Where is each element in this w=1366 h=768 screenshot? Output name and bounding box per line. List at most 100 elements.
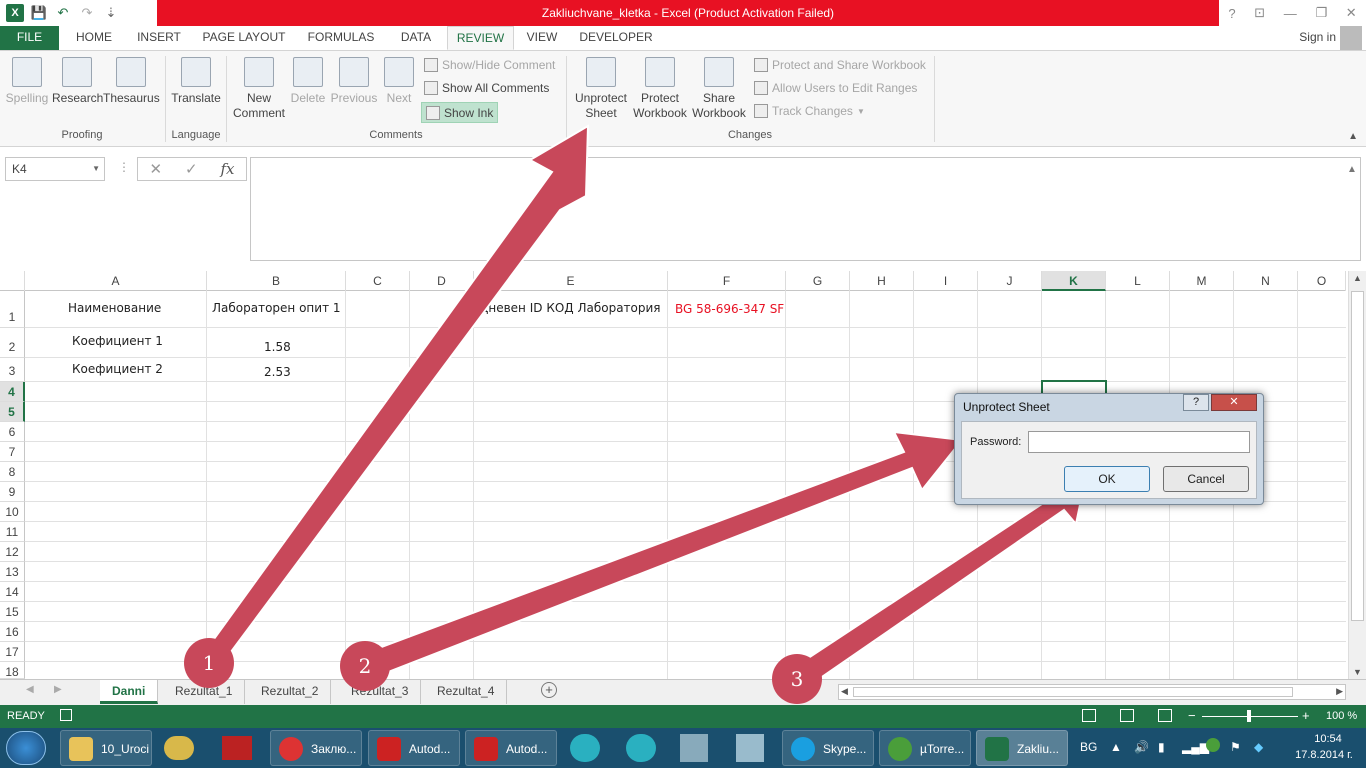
- column-header-o[interactable]: O: [1298, 271, 1346, 291]
- name-box[interactable]: K4 ▼: [5, 157, 105, 181]
- show-hide-comment-button[interactable]: Show/Hide Comment: [424, 58, 555, 72]
- row-header-1[interactable]: 1: [0, 291, 25, 328]
- row-header-12[interactable]: 12: [0, 542, 25, 562]
- sign-in-link[interactable]: Sign in: [1299, 30, 1336, 44]
- vertical-scrollbar[interactable]: ▲ ▼: [1348, 271, 1366, 679]
- scroll-down-icon[interactable]: ▼: [1353, 667, 1362, 677]
- dialog-help-button[interactable]: ?: [1183, 394, 1209, 411]
- delete-comment-button[interactable]: Delete: [288, 57, 328, 106]
- taskbar-item-utorrent[interactable]: µTorre...: [879, 730, 971, 766]
- autocad-icon[interactable]: [222, 736, 252, 760]
- column-header-c[interactable]: C: [346, 271, 410, 291]
- avatar[interactable]: [1340, 26, 1362, 50]
- ribbon-display-icon[interactable]: ⊡: [1254, 5, 1265, 21]
- cell-b1[interactable]: Лабораторен опит 1: [212, 301, 341, 315]
- customize-qat-icon[interactable]: ⇣: [102, 5, 120, 21]
- normal-view-icon[interactable]: [1082, 709, 1096, 722]
- volume-icon[interactable]: 🔊: [1134, 740, 1149, 754]
- column-header-m[interactable]: M: [1170, 271, 1234, 291]
- row-header-13[interactable]: 13: [0, 562, 25, 582]
- column-header-i[interactable]: I: [914, 271, 978, 291]
- power-icon[interactable]: ▮: [1158, 740, 1165, 754]
- insert-function-icon[interactable]: fx: [221, 160, 235, 178]
- scroll-left-icon[interactable]: ◀: [841, 686, 848, 697]
- notes-icon[interactable]: [736, 734, 764, 762]
- row-header-18[interactable]: 18: [0, 662, 25, 679]
- recycle-icon[interactable]: [626, 734, 656, 762]
- taskbar-item-skype[interactable]: Skype...: [782, 730, 874, 766]
- row-header-4[interactable]: 4: [0, 382, 25, 402]
- allow-users-edit-ranges-button[interactable]: Allow Users to Edit Ranges: [754, 81, 917, 95]
- maximize-button[interactable]: ❐: [1315, 5, 1327, 21]
- cancel-button[interactable]: Cancel: [1163, 466, 1249, 492]
- zoom-out-button[interactable]: −: [1188, 708, 1196, 723]
- column-header-n[interactable]: N: [1234, 271, 1298, 291]
- taskbar-item-chrome[interactable]: Заклю...: [270, 730, 362, 766]
- next-comment-button[interactable]: Next: [381, 57, 417, 106]
- paint-icon[interactable]: [164, 736, 194, 760]
- macro-record-icon[interactable]: [60, 709, 72, 721]
- row-header-14[interactable]: 14: [0, 582, 25, 602]
- taskbar-item-autocad-1[interactable]: Autod...: [368, 730, 460, 766]
- track-changes-button[interactable]: Track Changes ▼: [754, 104, 865, 118]
- cell-f1[interactable]: BG 58-696-347 SF: [675, 302, 784, 316]
- clock-time[interactable]: 10:54: [1298, 733, 1358, 745]
- row-header-6[interactable]: 6: [0, 422, 25, 442]
- help-icon[interactable]: ?: [1228, 6, 1235, 21]
- share-workbook-button[interactable]: Share Workbook: [690, 57, 748, 121]
- dialog-close-button[interactable]: ✕: [1211, 394, 1257, 411]
- recycle-icon[interactable]: [570, 734, 600, 762]
- new-comment-button[interactable]: New Comment: [232, 57, 286, 121]
- cell-b2[interactable]: 1.58: [264, 340, 291, 354]
- scroll-right-icon[interactable]: ▶: [1336, 686, 1343, 697]
- password-field[interactable]: [1028, 431, 1250, 453]
- scroll-up-icon[interactable]: ▲: [1353, 273, 1362, 283]
- enter-entry-icon[interactable]: ✓: [185, 160, 198, 178]
- tab-developer[interactable]: DEVELOPER: [574, 26, 658, 50]
- column-header-d[interactable]: D: [410, 271, 474, 291]
- column-header-h[interactable]: H: [850, 271, 914, 291]
- column-header-j[interactable]: J: [978, 271, 1042, 291]
- h-scrollbar-thumb[interactable]: [853, 687, 1293, 697]
- select-all-corner[interactable]: [0, 271, 25, 291]
- page-break-view-icon[interactable]: [1158, 709, 1172, 722]
- clock-date[interactable]: 17.8.2014 г.: [1282, 749, 1366, 761]
- row-header-10[interactable]: 10: [0, 502, 25, 522]
- sheet-tab-rezultat-2[interactable]: Rezultat_2: [249, 680, 332, 704]
- cell-e1[interactable]: Дневен ID КОД Лаборатория: [479, 301, 661, 315]
- column-header-e[interactable]: E: [474, 271, 668, 291]
- row-header-3[interactable]: 3: [0, 358, 25, 382]
- ok-button[interactable]: OK: [1064, 466, 1150, 492]
- cell-a1[interactable]: Наименование: [68, 301, 161, 315]
- zoom-in-button[interactable]: +: [1302, 708, 1310, 723]
- translate-button[interactable]: Translate: [170, 57, 222, 106]
- scroll-tabs-left-icon[interactable]: ◀: [26, 684, 34, 695]
- unprotect-sheet-button[interactable]: Unprotect Sheet: [572, 57, 630, 121]
- close-button[interactable]: ✕: [1346, 5, 1357, 21]
- sheet-tab-danni[interactable]: Danni: [100, 680, 159, 704]
- tab-formulas[interactable]: FORMULAS: [300, 26, 382, 50]
- start-button[interactable]: [6, 731, 46, 765]
- column-header-b[interactable]: B: [207, 271, 346, 291]
- dropbox-icon[interactable]: ◆: [1254, 740, 1263, 754]
- formula-input[interactable]: [250, 157, 1361, 261]
- row-header-7[interactable]: 7: [0, 442, 25, 462]
- collapse-ribbon-icon[interactable]: ▲: [1348, 131, 1358, 142]
- taskbar-item-folder[interactable]: 10_Uroci: [60, 730, 152, 766]
- chevron-down-icon[interactable]: ▼: [92, 158, 100, 180]
- calculator-icon[interactable]: [680, 734, 708, 762]
- zoom-level[interactable]: 100 %: [1326, 710, 1357, 722]
- formula-bar-collapse-icon[interactable]: ▲: [1347, 164, 1357, 175]
- flag-icon[interactable]: ⚑: [1230, 740, 1241, 754]
- research-button[interactable]: Research: [52, 57, 103, 106]
- network-icon[interactable]: ▂▄▆: [1182, 740, 1209, 754]
- page-layout-view-icon[interactable]: [1120, 709, 1134, 722]
- cell-a2[interactable]: Коефициент 1: [72, 334, 163, 348]
- row-header-9[interactable]: 9: [0, 482, 25, 502]
- language-indicator[interactable]: BG: [1080, 740, 1097, 754]
- tab-review[interactable]: REVIEW: [447, 26, 514, 50]
- row-header-16[interactable]: 16: [0, 622, 25, 642]
- tab-view[interactable]: VIEW: [520, 26, 564, 50]
- sheet-tab-rezultat-4[interactable]: Rezultat_4: [425, 680, 508, 704]
- row-header-17[interactable]: 17: [0, 642, 25, 662]
